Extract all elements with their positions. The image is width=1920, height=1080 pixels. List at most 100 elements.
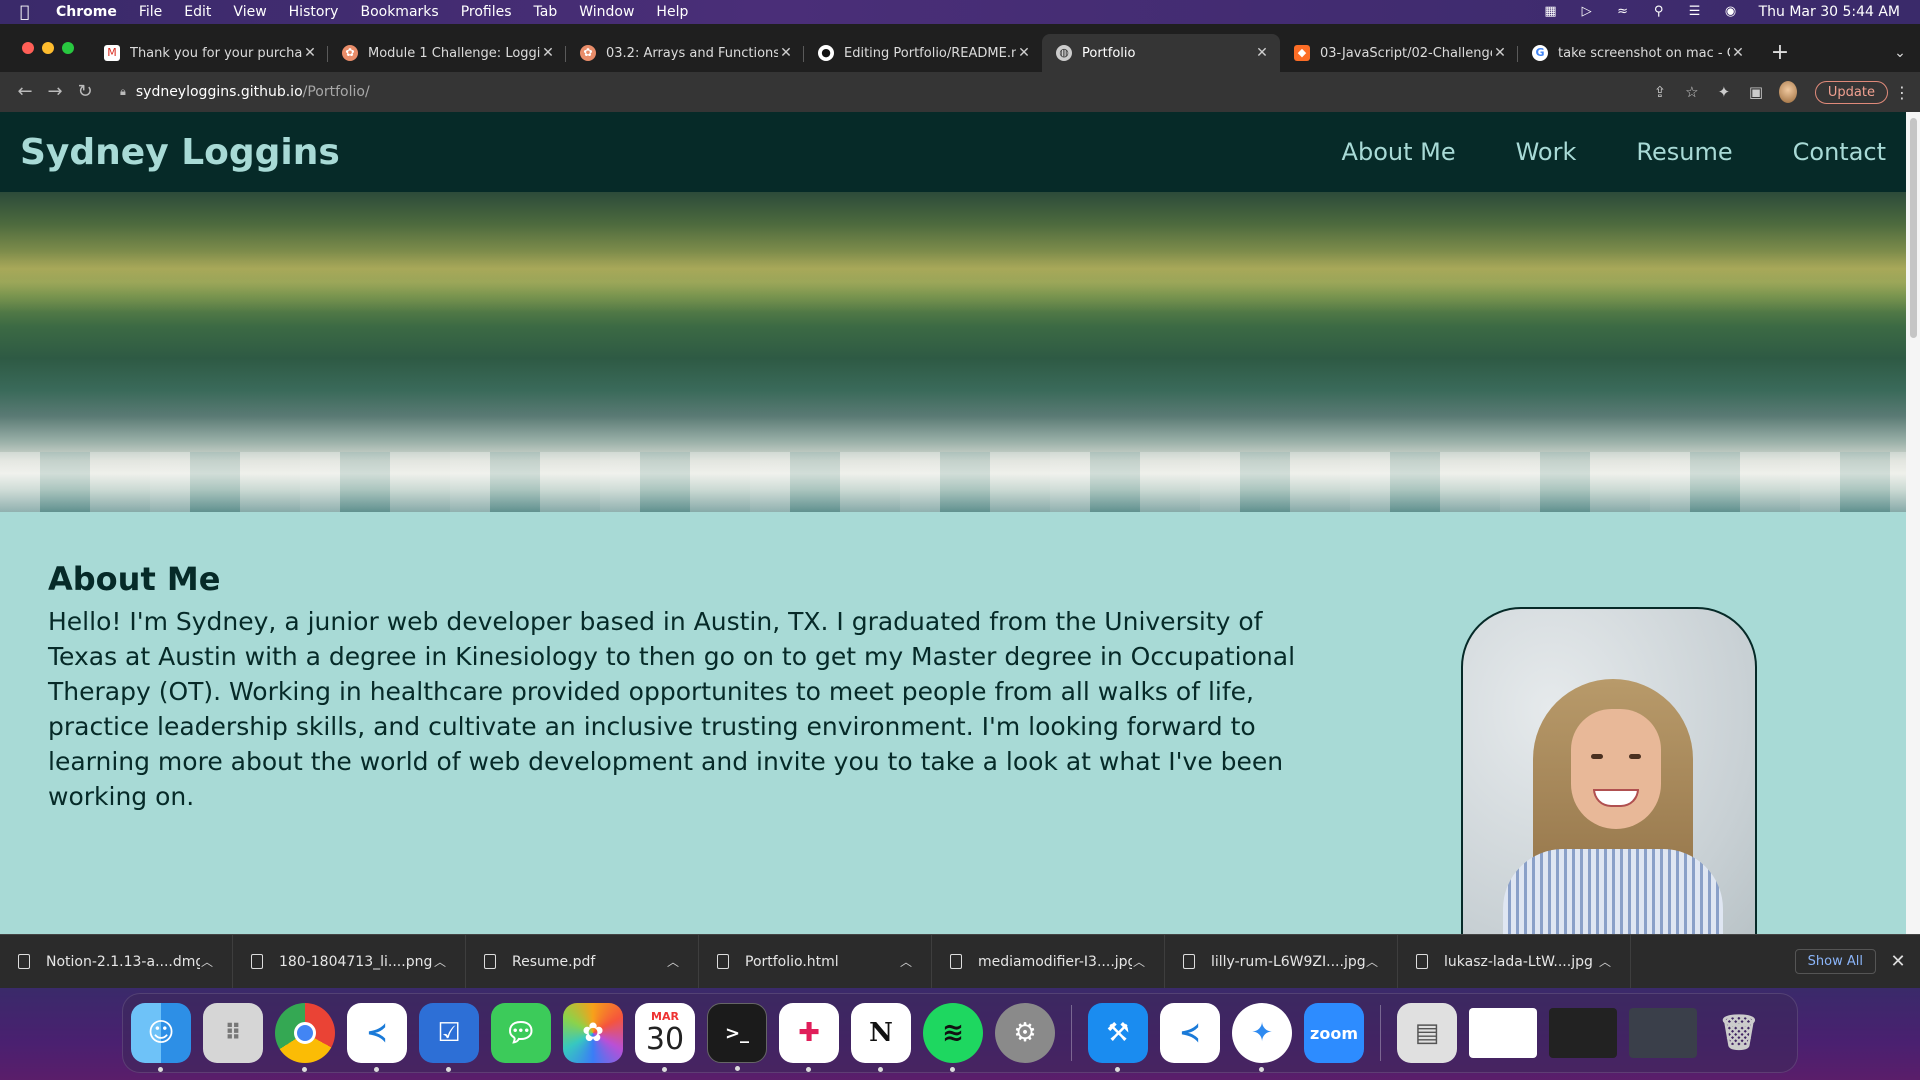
close-tab-icon[interactable]: ✕	[302, 45, 318, 61]
notion-icon[interactable]: N	[851, 1003, 911, 1072]
menu-profiles[interactable]: Profiles	[461, 4, 512, 20]
close-downloads-icon[interactable]: ✕	[1876, 951, 1920, 972]
menu-bookmarks[interactable]: Bookmarks	[360, 4, 438, 20]
download-filename: 180-1804713_li....png	[279, 953, 433, 970]
nav-link-resume[interactable]: Resume	[1636, 138, 1732, 166]
chevron-up-icon[interactable]: ︿	[1365, 953, 1379, 970]
menubar-clock[interactable]: Thu Mar 30 5:44 AM	[1759, 4, 1900, 20]
vscode-icon[interactable]: ≺	[347, 1003, 407, 1072]
tab-github-readme[interactable]: ● Editing Portfolio/README.md a ✕	[804, 34, 1042, 72]
control-center-icon[interactable]: ☰	[1687, 5, 1703, 19]
download-item[interactable]: 180-1804713_li....png ︿	[233, 934, 466, 989]
lock-icon[interactable]: 🔒︎	[120, 85, 126, 99]
profile-photo	[1461, 607, 1757, 934]
extensions-puzzle-icon[interactable]: ✦	[1715, 83, 1733, 101]
tab-module-challenge[interactable]: ✿ Module 1 Challenge: Loggins, S ✕	[328, 34, 566, 72]
minimized-notion-window[interactable]	[1469, 1008, 1537, 1058]
chevron-up-icon[interactable]: ︿	[666, 953, 680, 970]
window-controls	[0, 24, 90, 72]
calendar-day: 30	[645, 1022, 685, 1057]
minimize-window-button[interactable]	[42, 42, 54, 54]
menu-tab[interactable]: Tab	[534, 4, 558, 20]
apple-icon[interactable]: 	[20, 4, 36, 20]
chevron-up-icon[interactable]: ︿	[1598, 953, 1612, 970]
download-item[interactable]: Resume.pdf ︿	[466, 934, 699, 989]
tab-gitlab-challenge[interactable]: ◆ 03-JavaScript/02-Challenge · ✕	[1280, 34, 1518, 72]
new-tab-button[interactable]: +	[1762, 34, 1798, 72]
messages-icon[interactable]: 💬︎	[491, 1003, 551, 1063]
finder-icon[interactable]: ☺	[131, 1003, 191, 1072]
update-button[interactable]: Update	[1814, 80, 1888, 104]
menu-app-name[interactable]: Chrome	[56, 4, 117, 20]
menu-history[interactable]: History	[289, 4, 339, 20]
tasks-icon[interactable]: ☑	[419, 1003, 479, 1072]
close-tab-icon[interactable]: ✕	[540, 45, 556, 61]
tab-google-search[interactable]: G take screenshot on mac - Goog ✕	[1518, 34, 1756, 72]
wifi-icon[interactable]: ≈	[1615, 5, 1631, 19]
menu-window[interactable]: Window	[579, 4, 634, 20]
download-item[interactable]: Portfolio.html ︿	[699, 934, 932, 989]
tab-arrays-functions[interactable]: ✿ 03.2: Arrays and Functions: Bo ✕	[566, 34, 804, 72]
close-tab-icon[interactable]: ✕	[778, 45, 794, 61]
address-bar[interactable]: 🔒︎ sydneyloggins.github.io/Portfolio/	[108, 77, 1651, 107]
chrome-icon[interactable]	[275, 1003, 335, 1072]
tab-search-chevron-icon[interactable]: ⌄	[1880, 34, 1920, 72]
nav-link-work[interactable]: Work	[1516, 138, 1577, 166]
vscode-icon[interactable]: ≺	[1160, 1003, 1220, 1063]
settings-icon[interactable]: ⚙	[995, 1003, 1055, 1063]
profile-avatar[interactable]	[1778, 81, 1797, 103]
download-filename: Resume.pdf	[512, 953, 596, 970]
bookmark-star-icon[interactable]: ☆	[1683, 83, 1701, 101]
archive-icon[interactable]: ▤	[1397, 1003, 1457, 1063]
chevron-up-icon[interactable]: ︿	[433, 953, 447, 970]
menu-view[interactable]: View	[233, 4, 266, 20]
slack-icon[interactable]: ✚	[779, 1003, 839, 1072]
calendar-icon[interactable]: MAR 30	[635, 1003, 695, 1072]
window-layout-icon[interactable]: ▦	[1543, 5, 1559, 19]
nav-link-contact[interactable]: Contact	[1793, 138, 1886, 166]
zoom-icon[interactable]: zoom	[1304, 1003, 1364, 1063]
siri-icon[interactable]: ◉	[1723, 5, 1739, 19]
close-tab-icon[interactable]: ✕	[1016, 45, 1032, 61]
close-tab-icon[interactable]: ✕	[1492, 45, 1508, 61]
minimized-slack-window[interactable]	[1629, 1008, 1697, 1058]
download-item[interactable]: lilly-rum-L6W9ZI....jpg ︿	[1165, 934, 1398, 989]
download-item[interactable]: lukasz-lada-LtW....jpg ︿	[1398, 934, 1631, 989]
play-icon[interactable]: ▷	[1579, 5, 1595, 19]
photos-icon[interactable]: ✿	[563, 1003, 623, 1063]
nav-link-about-me[interactable]: About Me	[1342, 138, 1456, 166]
chevron-up-icon[interactable]: ︿	[200, 953, 214, 970]
zoom-window-button[interactable]	[62, 42, 74, 54]
xcode-icon[interactable]: ⚒	[1088, 1003, 1148, 1072]
chevron-up-icon[interactable]: ︿	[1132, 953, 1146, 970]
close-tab-icon[interactable]: ✕	[1730, 45, 1746, 61]
search-icon[interactable]: ⚲	[1651, 5, 1667, 19]
safari-icon[interactable]: ✦	[1232, 1003, 1292, 1072]
launchpad-icon[interactable]: ⠿	[203, 1003, 263, 1063]
show-all-downloads-button[interactable]: Show All	[1794, 949, 1876, 974]
page-scrollbar[interactable]	[1906, 112, 1920, 934]
close-window-button[interactable]	[22, 42, 34, 54]
close-tab-icon[interactable]: ✕	[1254, 45, 1270, 61]
spotify-icon[interactable]: ≋	[923, 1003, 983, 1072]
download-item[interactable]: Notion-2.1.13-a....dmg ︿	[0, 934, 233, 989]
more-menu-icon[interactable]: ⋮	[1894, 83, 1910, 102]
gmail-icon: M	[104, 45, 120, 61]
scrollbar-thumb[interactable]	[1910, 118, 1917, 338]
tab-gmail[interactable]: M Thank you for your purchase! - ✕	[90, 34, 328, 72]
trash-icon[interactable]: 🗑︎	[1709, 1003, 1769, 1063]
terminal-icon[interactable]: >_	[707, 1003, 767, 1071]
minimized-vscode-window[interactable]	[1549, 1008, 1617, 1058]
menu-file[interactable]: File	[139, 4, 162, 20]
back-arrow-icon[interactable]: ←	[10, 77, 40, 107]
reload-icon[interactable]: ↻	[70, 77, 100, 107]
menu-edit[interactable]: Edit	[184, 4, 211, 20]
share-icon[interactable]: ⇪	[1651, 83, 1669, 101]
download-filename: lukasz-lada-LtW....jpg	[1444, 953, 1593, 970]
chevron-up-icon[interactable]: ︿	[899, 953, 913, 970]
download-item[interactable]: mediamodifier-I3....jpg ︿	[932, 934, 1165, 989]
menu-help[interactable]: Help	[656, 4, 688, 20]
tab-portfolio[interactable]: ◍ Portfolio ✕	[1042, 34, 1280, 72]
side-panel-icon[interactable]: ▣	[1747, 83, 1765, 101]
forward-arrow-icon[interactable]: →	[40, 77, 70, 107]
